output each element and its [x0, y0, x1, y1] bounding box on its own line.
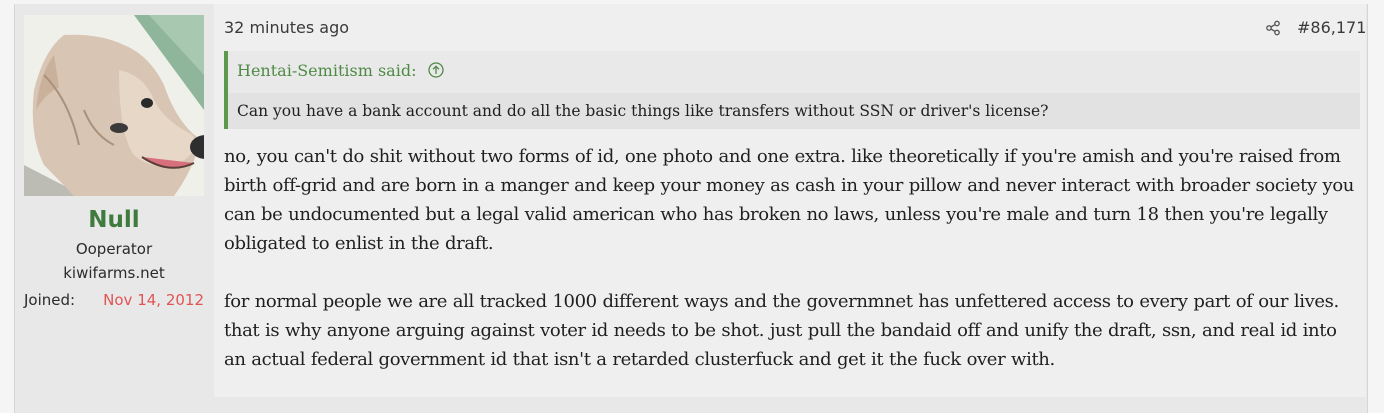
quote-block: Hentai-Semitism said: Can you have a ban… [224, 51, 1360, 129]
user-title: Ooperator [75, 240, 153, 258]
post-body: no, you can't do shit without two forms … [224, 142, 1360, 374]
user-panel: Null Ooperator kiwifarms.net Joined: Nov… [24, 15, 204, 325]
share-icon[interactable] [1265, 20, 1281, 36]
post-timestamp[interactable]: 32 minutes ago [224, 18, 349, 37]
arrow-up-circle-icon[interactable] [427, 62, 444, 78]
dog-avatar-image [24, 15, 204, 196]
quote-text: Can you have a bank account and do all t… [237, 102, 1049, 120]
joined-label: Joined: [24, 291, 76, 309]
joined-date: Nov 14, 2012 [103, 291, 204, 309]
user-banner: kiwifarms.net [63, 264, 165, 282]
post-main: 32 minutes ago #86,171 Hentai-Semitism s… [214, 4, 1366, 397]
quote-content: Can you have a bank account and do all t… [228, 93, 1360, 129]
quote-author-link[interactable]: Hentai-Semitism said: [237, 61, 444, 80]
quote-author: Hentai-Semitism said: [237, 61, 417, 80]
post-paragraph: no, you can't do shit without two forms … [224, 146, 1355, 254]
post-number-link[interactable]: #86,171 [1297, 18, 1366, 37]
post-paragraph: for normal people we are all tracked 100… [224, 291, 1339, 370]
avatar[interactable] [24, 15, 204, 196]
username[interactable]: Null [24, 207, 204, 233]
